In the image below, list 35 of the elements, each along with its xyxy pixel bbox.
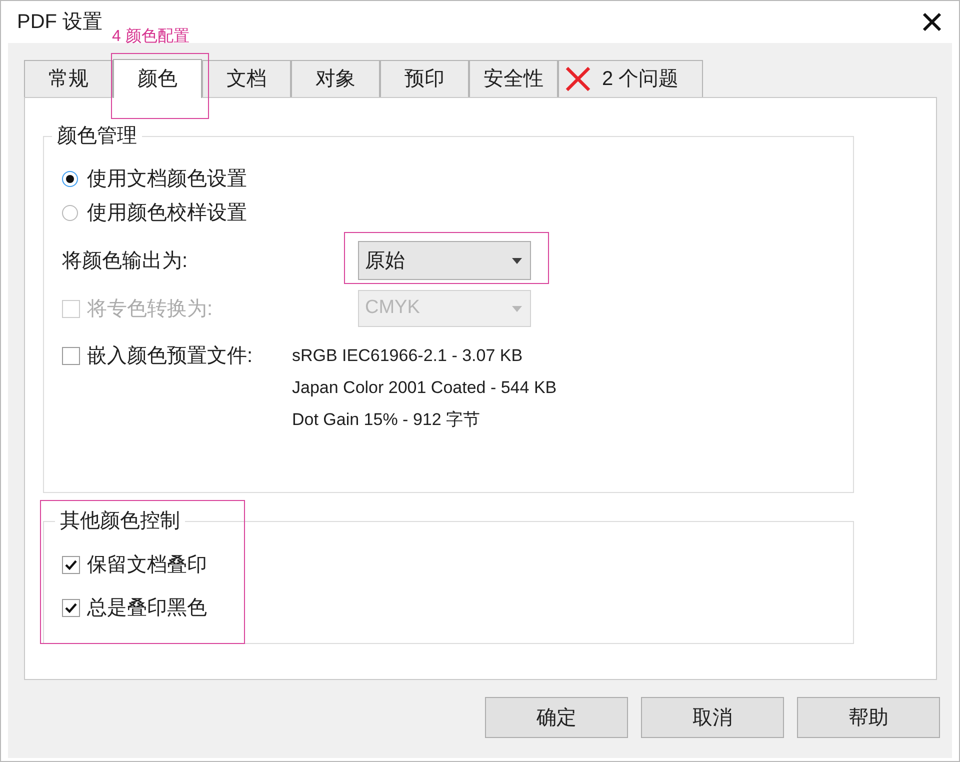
checkbox-label: 嵌入颜色预置文件:	[87, 344, 253, 369]
checkbox-label: 将专色转换为:	[87, 296, 213, 322]
window-title: PDF 设置	[17, 10, 103, 35]
dialog-button[interactable]: 取消	[641, 697, 784, 738]
checkbox-label: 保留文档叠印	[87, 553, 207, 578]
tab[interactable]: 文档	[202, 60, 291, 97]
close-button[interactable]	[922, 12, 942, 32]
checkbox-label: 总是叠印黑色	[87, 596, 207, 621]
checkmark-icon	[65, 603, 77, 613]
checkbox[interactable]	[62, 347, 80, 365]
radio-label: 使用文档颜色设置	[87, 167, 247, 192]
callout-label: 4 颜色配置	[112, 26, 190, 47]
profile-entry: sRGB IEC61966-2.1 - 3.07 KB	[292, 345, 524, 367]
cross-icon	[564, 65, 592, 93]
tab[interactable]: 2 个问题	[558, 60, 703, 97]
dialog-button[interactable]: 帮助	[797, 697, 940, 738]
tab[interactable]: 常规	[24, 60, 113, 97]
checkmark-icon	[65, 560, 77, 570]
checkbox[interactable]	[62, 556, 80, 574]
tab[interactable]: 预印	[380, 60, 469, 97]
caret-icon	[512, 306, 522, 312]
dialog-button[interactable]: 确定	[485, 697, 628, 738]
profile-entry: Dot Gain 15% - 912 字节	[292, 409, 482, 431]
tab[interactable]: 颜色	[113, 59, 202, 98]
tab[interactable]: 安全性	[469, 60, 558, 97]
close-icon	[922, 12, 942, 32]
profile-entry: Japan Color 2001 Coated - 544 KB	[292, 377, 557, 399]
radio-button[interactable]	[62, 171, 78, 187]
radio-label: 使用颜色校样设置	[87, 201, 247, 226]
dropdown[interactable]: 原始	[358, 241, 531, 280]
radio-button[interactable]	[62, 205, 78, 221]
field-label: 将颜色输出为:	[62, 248, 189, 274]
tab[interactable]: 对象	[291, 60, 380, 97]
checkbox[interactable]	[62, 599, 80, 617]
caret-icon	[512, 258, 522, 264]
